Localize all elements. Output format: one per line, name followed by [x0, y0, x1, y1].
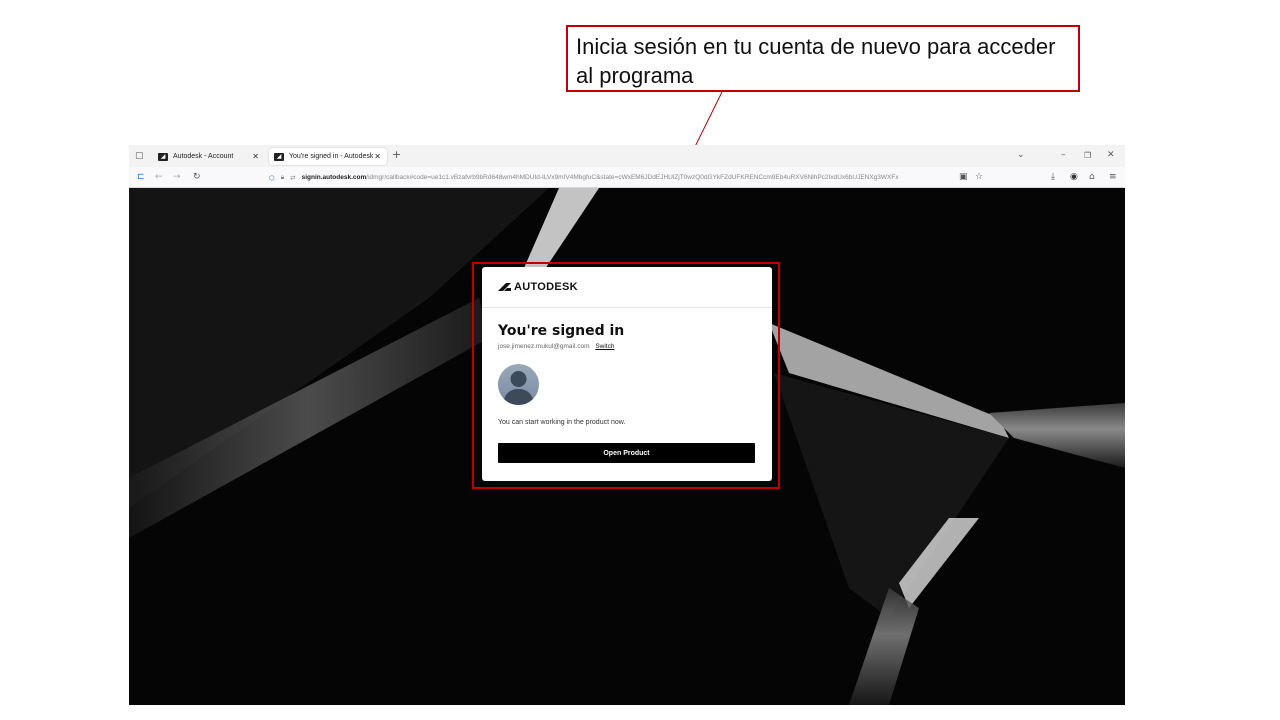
address-bar[interactable]: ⬡ 🔒︎ ⇄ signin.autodesk.com /idmgr/callba…	[269, 170, 989, 185]
user-silhouette-icon	[503, 371, 534, 405]
account-icon[interactable]: ◉	[1070, 171, 1078, 183]
switch-account-link[interactable]: Switch	[595, 343, 614, 350]
sidebar-icon[interactable]: ⊏	[137, 171, 145, 183]
url-domain: signin.autodesk.com	[301, 174, 367, 181]
reload-icon[interactable]: ↻	[193, 171, 201, 183]
minimize-icon[interactable]: –	[1061, 149, 1066, 161]
list-tabs-icon[interactable]: ⌄	[1017, 149, 1025, 161]
instruction-callout: Inicia sesión en tu cuenta de nuevo para…	[566, 25, 1080, 92]
close-window-icon[interactable]: ✕	[1107, 149, 1115, 161]
url-path: /idmgr/callback#code=ue1c1.vBzafvrb9bRd6…	[366, 174, 899, 181]
restore-icon[interactable]: ❐	[1084, 150, 1091, 162]
extensions-icon[interactable]: ⌂	[1089, 171, 1095, 183]
avatar	[498, 364, 539, 405]
autodesk-favicon: ◢	[274, 152, 284, 161]
account-email: jose.jimenez.mukul@gmail.com	[498, 343, 590, 350]
permissions-icon[interactable]: ⇄	[290, 174, 295, 182]
forward-icon[interactable]: →	[173, 171, 181, 183]
brand-name: AUTODESK	[514, 281, 578, 293]
signin-card: AUTODESK You're signed in jose.jimenez.m…	[482, 267, 772, 481]
close-tab-icon[interactable]: ✕	[374, 152, 381, 161]
shield-icon[interactable]: ⬡	[269, 174, 275, 182]
tab-label: You're signed in - Autodesk	[289, 153, 374, 160]
tab-autodesk-account[interactable]: ◢ Autodesk - Account ✕	[153, 148, 265, 165]
bookmark-star-icon[interactable]: ☆	[975, 171, 983, 183]
tab-label: Autodesk - Account	[173, 153, 234, 160]
status-message: You can start working in the product now…	[498, 419, 626, 426]
account-row: jose.jimenez.mukul@gmail.com Switch	[498, 343, 614, 350]
tab-overview-icon[interactable]: ▢	[135, 150, 144, 162]
reader-view-icon[interactable]: ▣	[959, 171, 968, 183]
open-product-button[interactable]: Open Product	[498, 443, 755, 463]
autodesk-logo-icon	[498, 283, 511, 291]
autodesk-favicon: ◢	[158, 152, 168, 161]
menu-icon[interactable]: ≡	[1109, 171, 1117, 183]
download-icon[interactable]: ⤓	[1051, 171, 1055, 183]
autodesk-logo: AUTODESK	[498, 281, 578, 293]
tab-bar: ▢ ◢ Autodesk - Account ✕ ◢ You're signed…	[129, 145, 1125, 167]
new-tab-icon[interactable]: +	[392, 149, 401, 161]
tab-signed-in[interactable]: ◢ You're signed in - Autodesk ✕	[269, 148, 387, 165]
back-icon[interactable]: ←	[155, 171, 163, 183]
page-title: You're signed in	[498, 323, 625, 339]
close-tab-icon[interactable]: ✕	[252, 152, 259, 161]
lock-icon[interactable]: 🔒︎	[281, 174, 284, 182]
navigation-toolbar: ⊏ ← → ↻ ⬡ 🔒︎ ⇄ signin.autodesk.com /idmg…	[129, 167, 1125, 188]
card-header: AUTODESK	[482, 267, 772, 308]
